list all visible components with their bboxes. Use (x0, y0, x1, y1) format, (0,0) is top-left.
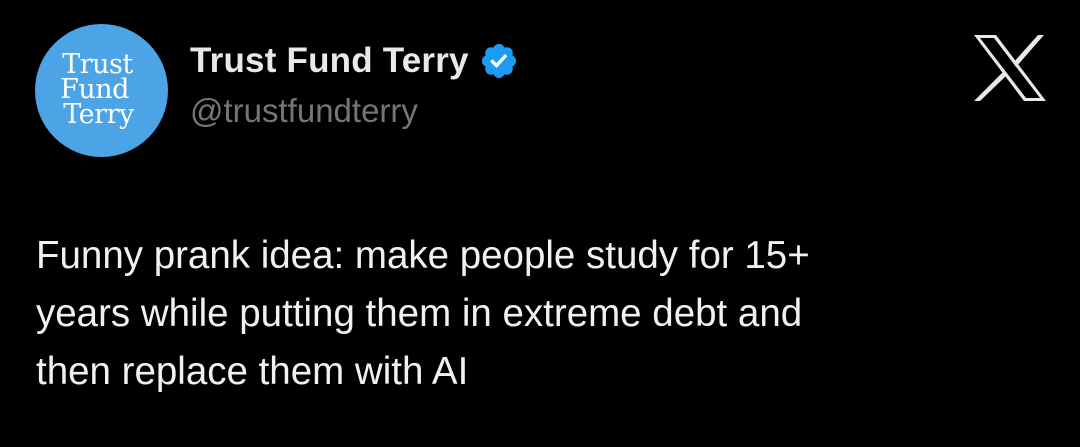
avatar-text-line-3: Terry (63, 98, 134, 130)
tweet-text-line: then replace them with AI (36, 350, 469, 393)
display-name[interactable]: Trust Fund Terry (190, 41, 469, 81)
x-logo-icon[interactable] (972, 33, 1048, 103)
verified-badge-icon (481, 43, 516, 79)
tweet-card: Trust Fund Terry Trust Fund Terry @trust… (0, 0, 1080, 447)
tweet-text: Funny prank idea: make people study for … (36, 227, 1046, 401)
author-name-row: Trust Fund Terry (190, 36, 519, 86)
tweet-text-line: years while putting them in extreme debt… (36, 292, 803, 335)
tweet-text-line: Funny prank idea: make people study for … (36, 234, 810, 277)
author-handle[interactable]: @trustfundterry (190, 92, 418, 130)
avatar[interactable]: Trust Fund Terry (35, 24, 168, 157)
